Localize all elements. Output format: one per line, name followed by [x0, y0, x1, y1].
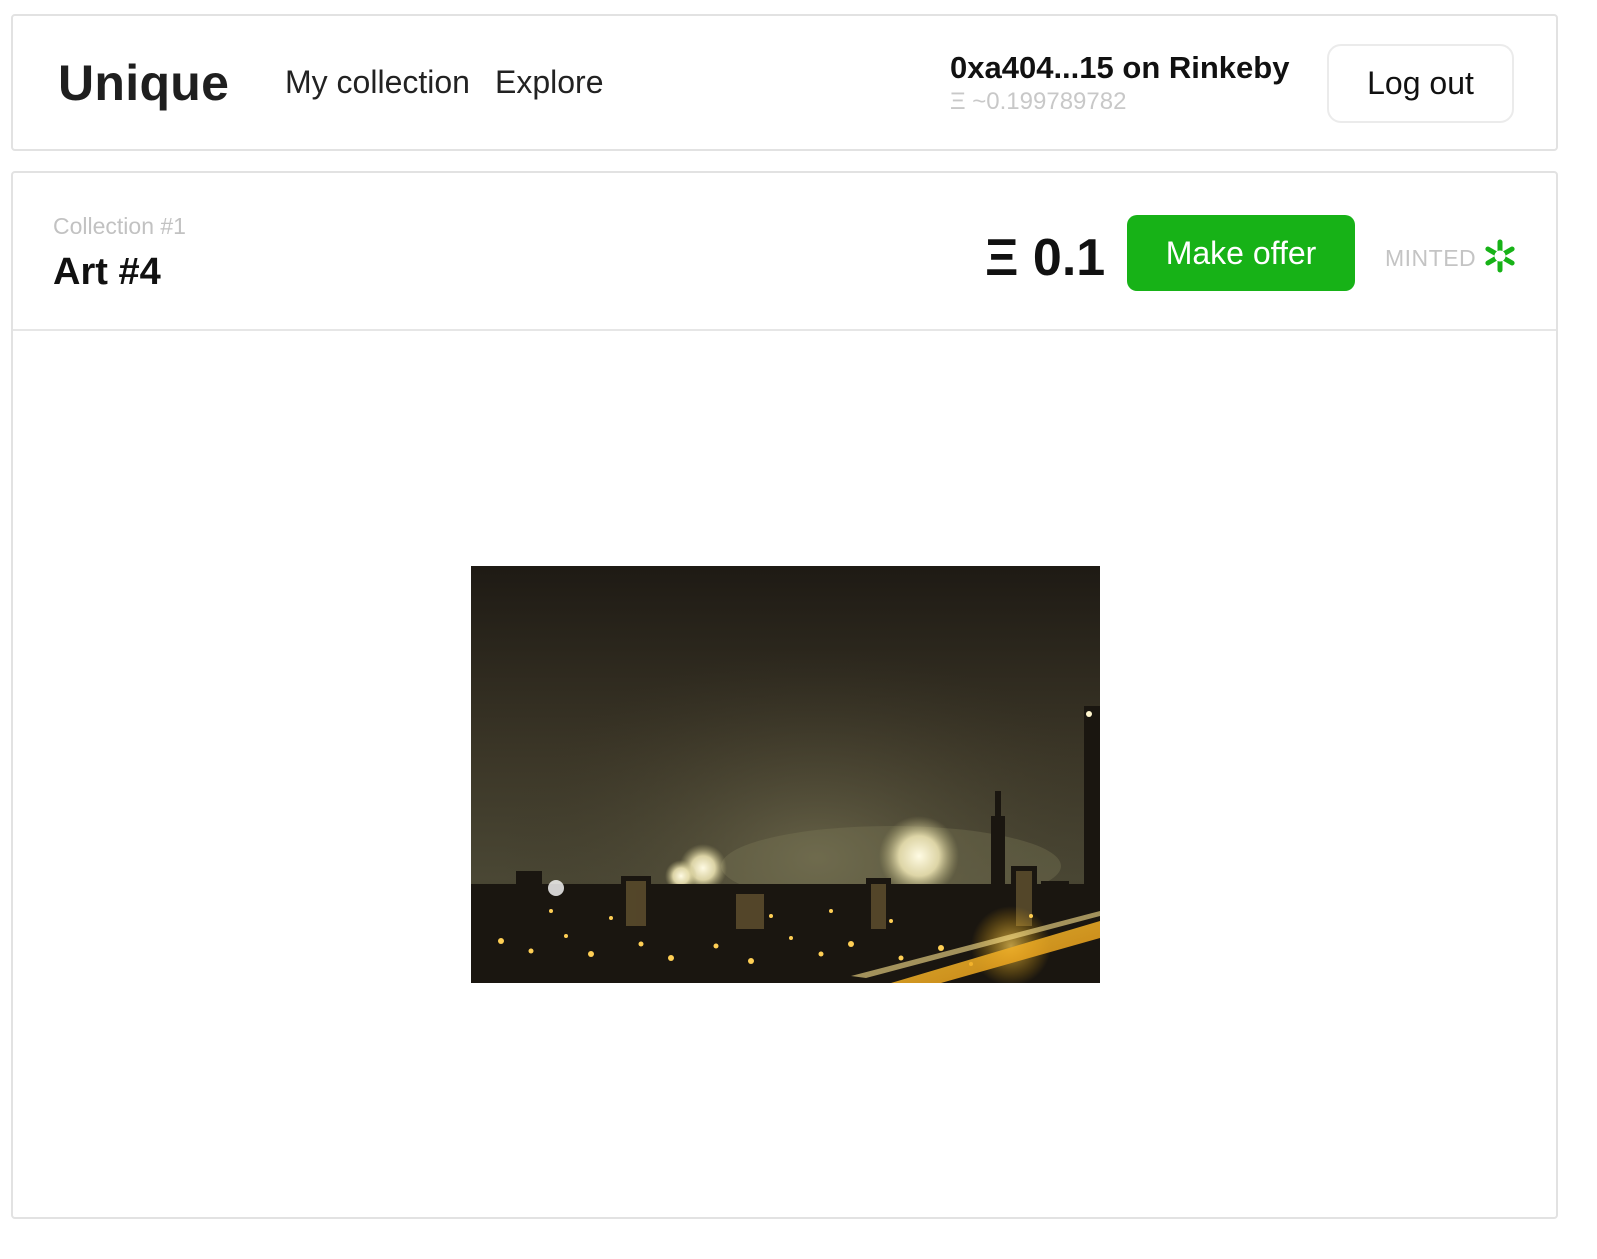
artwork-price: Ξ 0.1 — [985, 229, 1106, 287]
brand-logo[interactable]: Unique — [58, 54, 229, 112]
nav-link-explore[interactable]: Explore — [495, 64, 604, 101]
account-balance: Ξ ~0.199789782 — [950, 88, 1127, 115]
artwork-image — [471, 566, 1100, 983]
nav-link-my-collection[interactable]: My collection — [285, 64, 470, 101]
minted-status-label: MINTED — [1385, 245, 1477, 271]
make-offer-button[interactable]: Make offer — [1127, 215, 1355, 291]
collection-label[interactable]: Collection #1 — [53, 213, 186, 240]
account-address: 0xa404...15 on Rinkeby — [950, 50, 1290, 85]
artwork-title: Art #4 — [53, 251, 161, 293]
artwork-detail-card: Collection #1 Art #4 Ξ 0.1 Make offer MI… — [11, 171, 1558, 1219]
artwork-header: Collection #1 Art #4 Ξ 0.1 Make offer MI… — [13, 173, 1556, 331]
logout-button[interactable]: Log out — [1327, 44, 1514, 123]
asterisk-icon — [1485, 239, 1515, 273]
top-navigation-bar: Unique My collection Explore 0xa404...15… — [11, 14, 1558, 151]
account-info: 0xa404...15 on Rinkeby Ξ ~0.199789782 — [950, 50, 1289, 116]
